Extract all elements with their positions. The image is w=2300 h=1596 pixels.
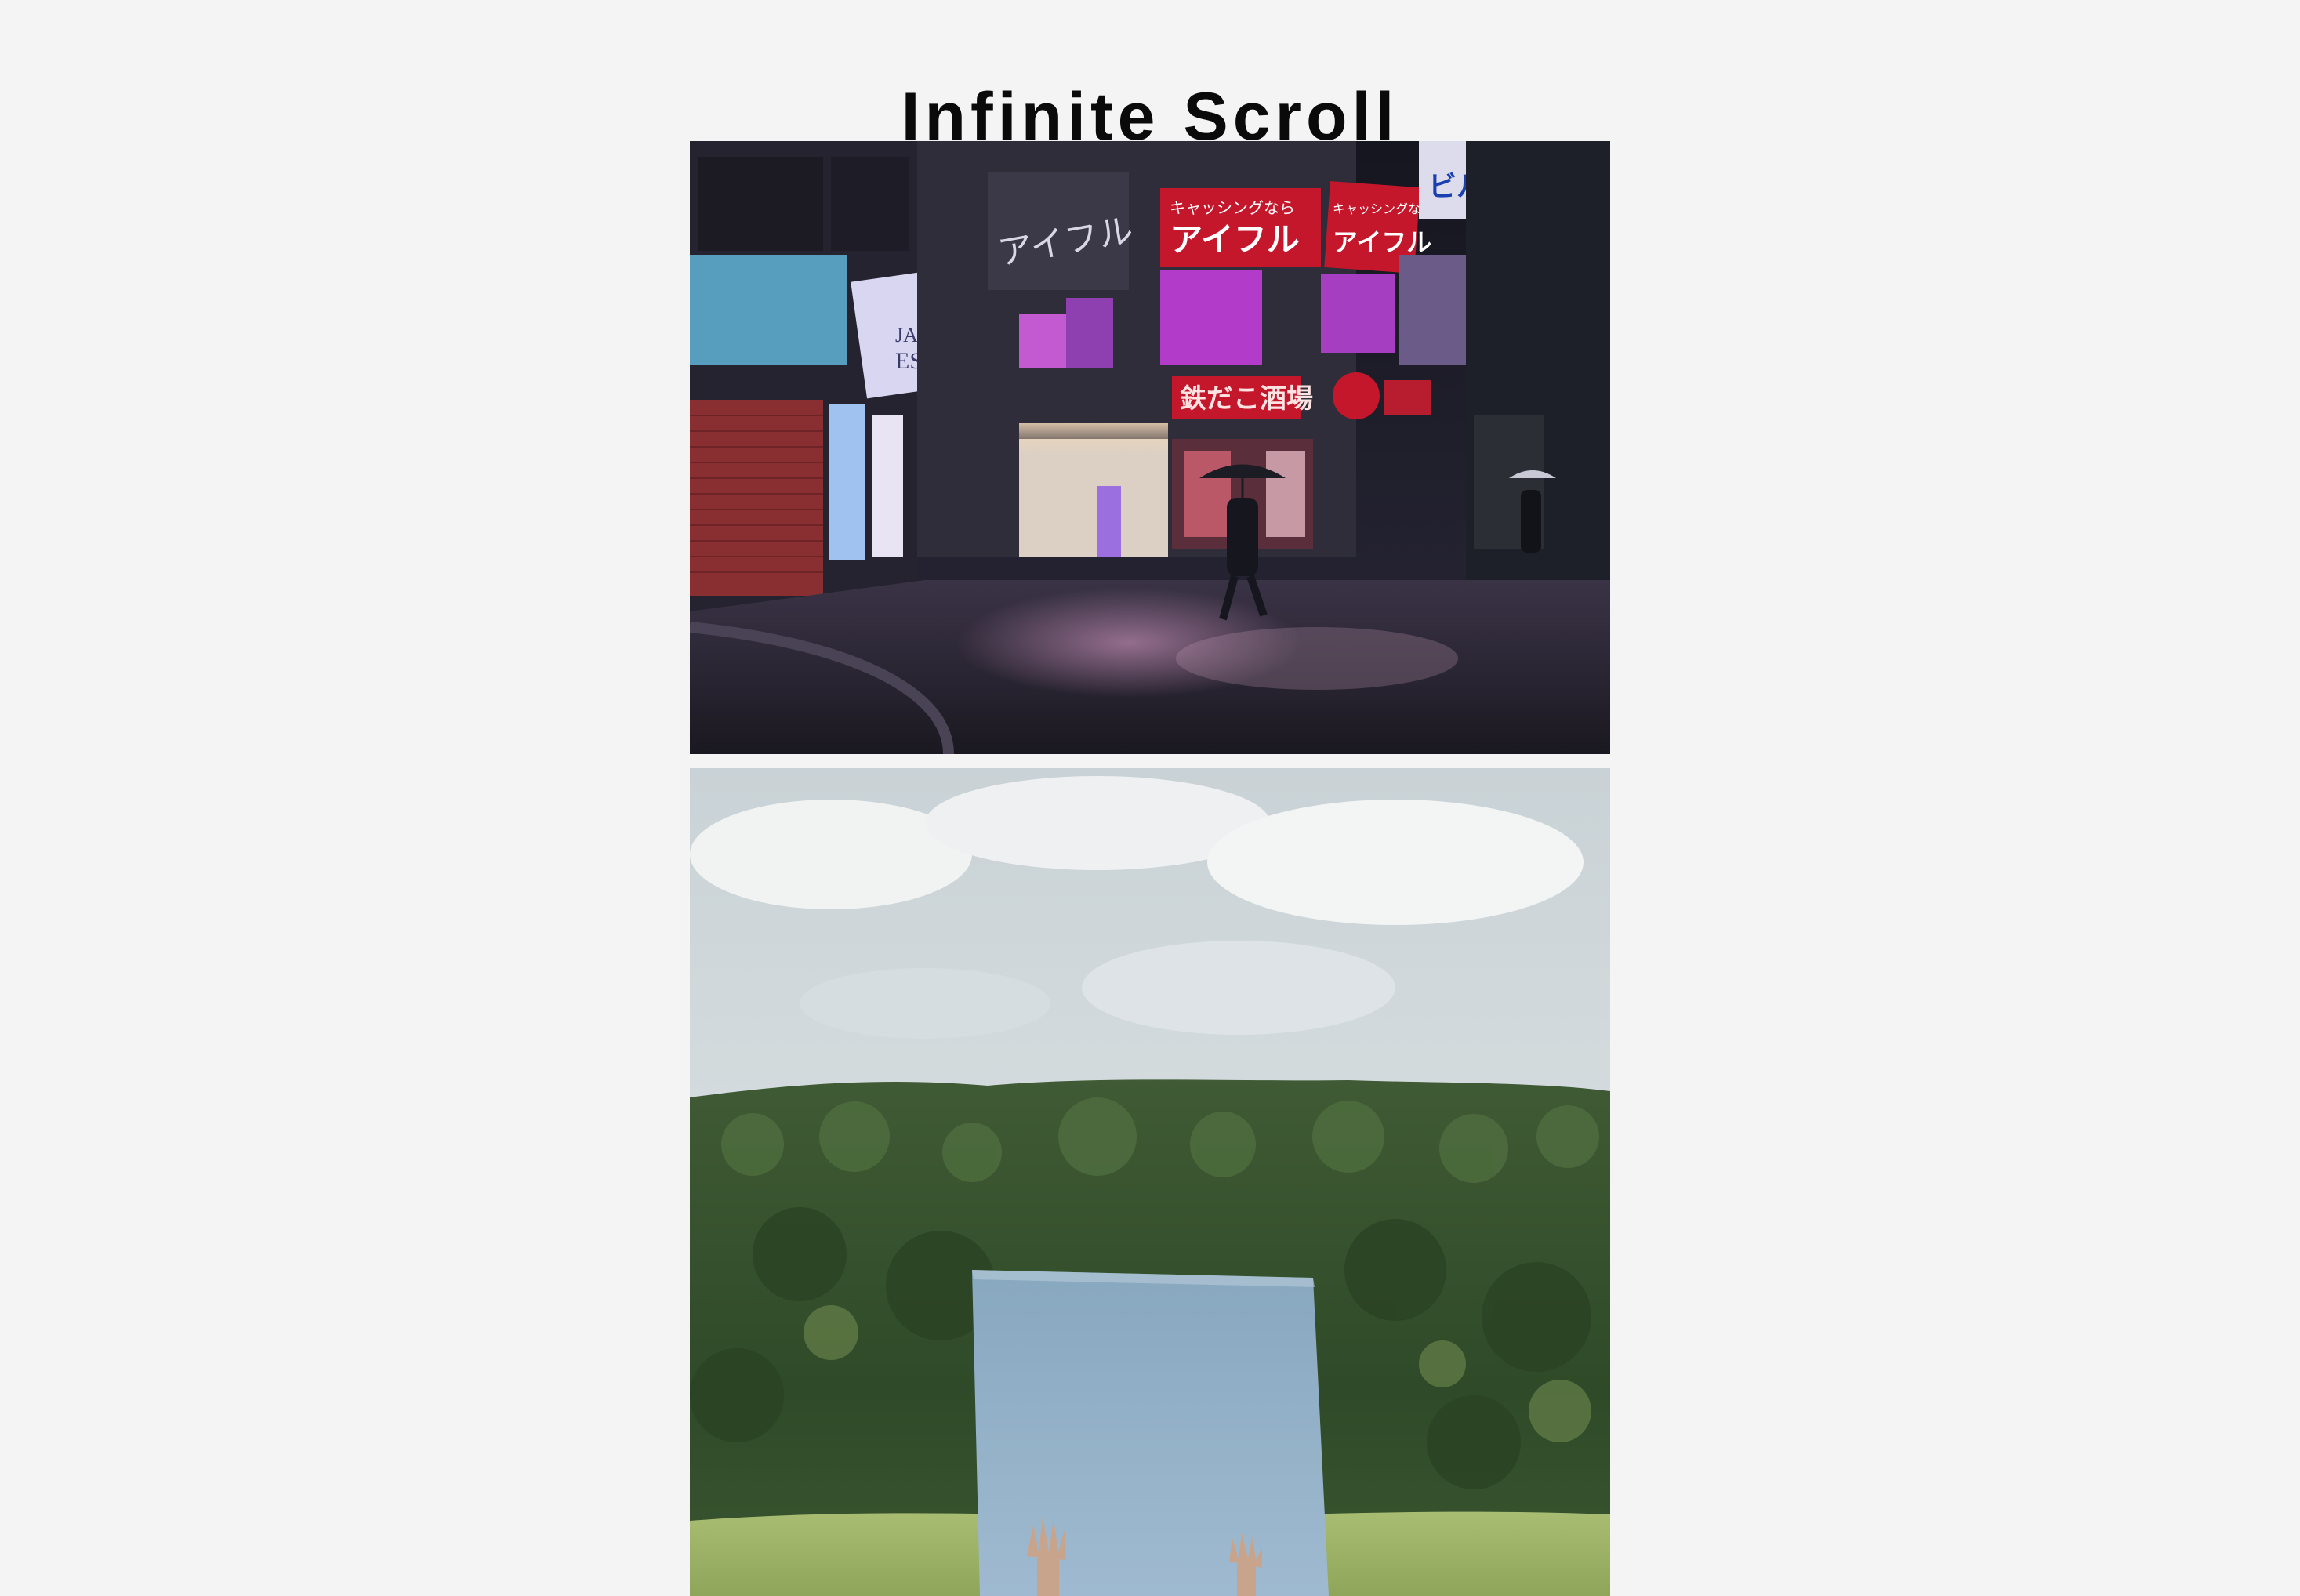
city-night-photo: JAPAN ESTATE アイフル キャッシングなら アイフル [690, 141, 1610, 754]
photo-card-city-night[interactable]: JAPAN ESTATE アイフル キャッシングなら アイフル [690, 141, 1610, 754]
mirror-field-photo [690, 768, 1610, 1596]
photo-card-mirror-field[interactable] [690, 768, 1610, 1596]
izakaya-sign: 鉄だこ酒場 [1180, 383, 1313, 415]
loan-sign-main: アイフル [1170, 220, 1300, 259]
loan-sign-top: キャッシングなら [1170, 198, 1295, 217]
loan-sign-main-2: アイフル [1333, 227, 1431, 257]
loan-sign-top-2: キャッシングなら [1333, 201, 1433, 216]
